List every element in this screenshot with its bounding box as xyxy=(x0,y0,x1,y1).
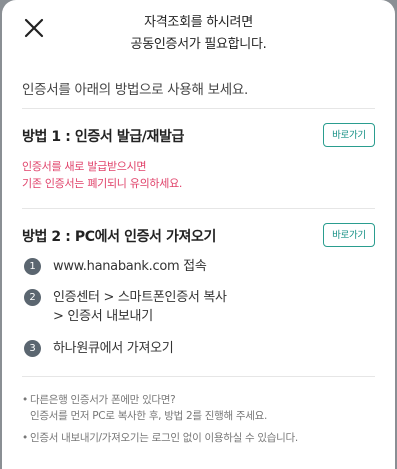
method-1-warning: 인증서를 새로 발급받으시면 기존 인증서는 폐기되니 유의하세요. xyxy=(22,158,182,192)
step-item-1: 1 www.hanabank.com 접속 xyxy=(24,257,207,276)
divider xyxy=(22,208,375,209)
title-line-2: 공동인증서가 필요합니다. xyxy=(130,37,267,52)
step-line: 인증센터 > 스마트폰인증서 복사 xyxy=(53,290,227,305)
step-text: 인증센터 > 스마트폰인증서 복사 > 인증서 내보내기 xyxy=(53,288,227,326)
step-line: 하나원큐에서 가져오기 xyxy=(53,341,174,356)
step-line: www.hanabank.com 접속 xyxy=(53,259,207,274)
divider xyxy=(22,108,375,109)
note-2-text: 인증서 내보내기/가져오기는 로그인 없이 이용하실 수 있습니다. xyxy=(30,432,298,444)
step-number-badge: 2 xyxy=(24,289,41,306)
note-1-line-2: 인증서를 먼저 PC로 복사한 후, 방법 2를 진행해 주세요. xyxy=(30,410,268,422)
step-item-2: 2 인증센터 > 스마트폰인증서 복사 > 인증서 내보내기 xyxy=(24,288,227,326)
title-line-1: 자격조회를 하시려면 xyxy=(144,15,253,30)
intro-text: 인증서를 아래의 방법으로 사용해 보세요. xyxy=(22,82,248,98)
step-item-3: 3 하나원큐에서 가져오기 xyxy=(24,339,174,358)
note-1-line-1: 다른은행 인증서가 폰에만 있다면? xyxy=(30,394,176,406)
step-text: 하나원큐에서 가져오기 xyxy=(53,339,174,358)
note-1: • 다른은행 인증서가 폰에만 있다면? 인증서를 먼저 PC로 복사한 후, 방… xyxy=(22,392,267,424)
warning-line-1: 인증서를 새로 발급받으시면 xyxy=(22,160,147,173)
close-button[interactable] xyxy=(22,16,46,40)
close-icon xyxy=(24,18,44,38)
method-1-go-button[interactable]: 바로가기 xyxy=(323,123,375,147)
method-1-title: 방법 1 : 인증서 발급/재발급 xyxy=(22,129,184,145)
step-text: www.hanabank.com 접속 xyxy=(53,257,207,276)
method-2-go-button[interactable]: 바로가기 xyxy=(323,223,375,247)
step-number-badge: 3 xyxy=(24,340,41,357)
note-2: • 인증서 내보내기/가져오기는 로그인 없이 이용하실 수 있습니다. xyxy=(22,430,298,446)
step-line: > 인증서 내보내기 xyxy=(53,309,153,324)
method-2-title: 방법 2 : PC에서 인증서 가져오기 xyxy=(22,229,216,245)
certificate-guide-sheet: 자격조회를 하시려면 공동인증서가 필요합니다. 인증서를 아래의 방법으로 사… xyxy=(2,0,395,469)
page-title: 자격조회를 하시려면 공동인증서가 필요합니다. xyxy=(62,12,335,56)
step-number-badge: 1 xyxy=(24,258,41,275)
divider xyxy=(22,376,375,377)
bullet-icon: • xyxy=(22,394,28,406)
warning-line-2: 기존 인증서는 폐기되니 유의하세요. xyxy=(22,177,183,190)
bullet-icon: • xyxy=(22,432,28,444)
